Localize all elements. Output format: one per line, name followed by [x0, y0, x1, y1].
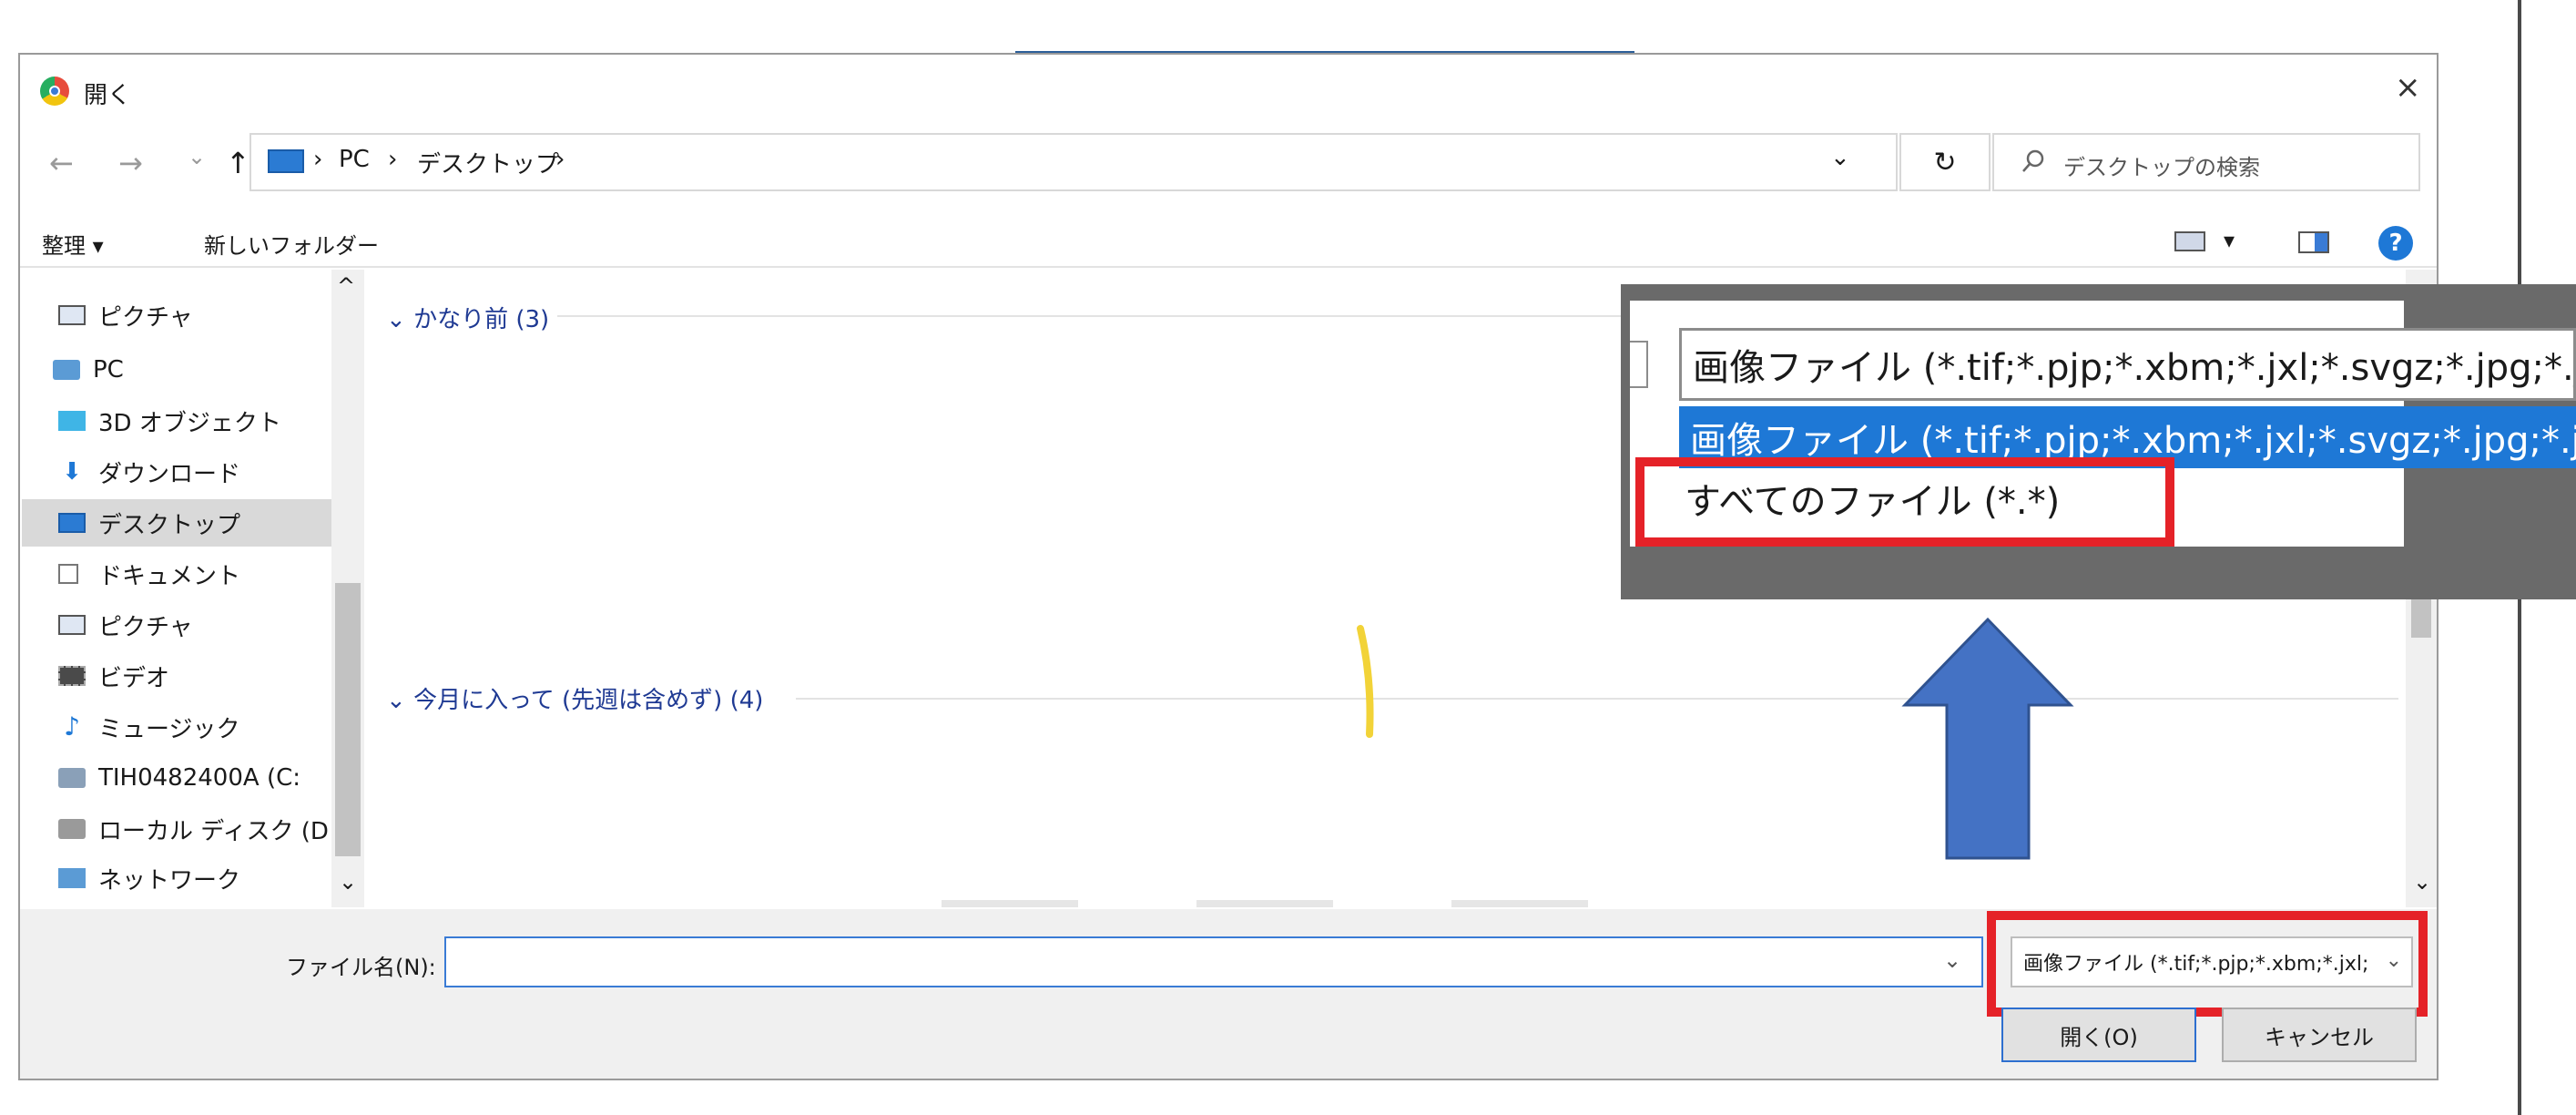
nav-item-label: ビデオ	[98, 664, 170, 692]
pictures-icon	[58, 305, 86, 325]
document-icon	[58, 564, 78, 584]
open-button[interactable]: 開く(O)	[2001, 1008, 2196, 1062]
toolbar	[20, 210, 2437, 268]
desktop-folder-icon	[268, 149, 304, 173]
filename-input[interactable]	[444, 936, 1983, 987]
3d-objects-icon	[58, 411, 86, 431]
breadcrumb-desktop[interactable]: デスクトップ	[417, 146, 559, 179]
close-button[interactable]: ×	[2395, 69, 2421, 106]
group-divider	[796, 698, 2398, 700]
network-icon	[58, 868, 86, 888]
file-thumbnail[interactable]	[942, 900, 1078, 907]
nav-scroll-down-icon[interactable]: ⌄	[339, 869, 357, 895]
nav-item-downloads[interactable]: ⬇ ダウンロード	[22, 448, 346, 496]
preview-pane-icon	[2315, 233, 2327, 251]
nav-item-label: ネットワーク	[98, 866, 241, 895]
chevron-down-icon: ⌄	[386, 687, 414, 714]
file-thumbnail[interactable]	[1451, 900, 1588, 907]
nav-item-label: ダウンロード	[98, 460, 241, 488]
up-button[interactable]: ↑	[226, 146, 250, 180]
music-icon: ♪	[64, 711, 80, 742]
preview-pane-button[interactable]	[2298, 231, 2329, 253]
refresh-icon: ↻	[1933, 146, 1957, 179]
nav-scrollbar-thumb[interactable]	[335, 583, 361, 856]
nav-item-music[interactable]: ♪ ミュージック	[22, 703, 346, 751]
organize-button[interactable]: 整理 ▾	[42, 228, 104, 260]
nav-item-label: ドキュメント	[98, 562, 241, 590]
navigation-pane: ピクチャ PC 3D オブジェクト ⬇ ダウンロード デスクトップ ドキュメント…	[22, 270, 368, 907]
refresh-button[interactable]: ↻	[1899, 133, 1991, 191]
desktop-icon	[58, 513, 86, 533]
nav-item-network[interactable]: ネットワーク	[22, 860, 346, 896]
nav-item-videos[interactable]: ビデオ	[22, 652, 346, 700]
yellow-highlight-mark	[1348, 623, 1384, 742]
filename-label: ファイル名(N):	[286, 955, 436, 980]
search-icon	[2020, 148, 2047, 175]
filename-dropdown-icon[interactable]: ⌄	[1943, 947, 1961, 973]
new-folder-button[interactable]: 新しいフォルダー	[204, 228, 379, 260]
search-placeholder: デスクトップの検索	[2063, 155, 2260, 180]
nav-item-drive-c[interactable]: TIH0482400A (C:	[22, 754, 346, 802]
view-options-button[interactable]: ▾	[2174, 228, 2256, 255]
nav-item-label: PC	[93, 356, 124, 384]
chevron-down-icon: ⌄	[386, 306, 414, 333]
nav-scroll-up-icon[interactable]: ^	[337, 273, 355, 299]
nav-item-drive-d[interactable]: ローカル ディスク (D	[22, 805, 346, 853]
app-icon	[40, 77, 69, 106]
pointer-arrow-icon	[1901, 616, 2074, 862]
nav-item-label: ミュージック	[98, 715, 240, 743]
nav-item-label: 3D オブジェクト	[98, 409, 281, 437]
nav-item-pictures[interactable]: ピクチャ	[22, 601, 346, 649]
drive-icon	[58, 819, 86, 839]
nav-item-label: ピクチャ	[98, 303, 193, 332]
download-icon: ⬇	[62, 458, 82, 486]
pictures-icon	[58, 615, 86, 635]
filetype-callout-box	[1987, 911, 2428, 1017]
nav-item-3d-objects[interactable]: 3D オブジェクト	[22, 397, 346, 445]
close-icon: ×	[2395, 69, 2421, 106]
forward-button[interactable]: →	[118, 146, 143, 180]
nav-item-label: ピクチャ	[98, 613, 193, 641]
file-scroll-down-icon[interactable]: ⌄	[2413, 869, 2431, 895]
breadcrumb-separator: ›	[313, 146, 323, 173]
nav-item-desktop[interactable]: デスクトップ	[22, 499, 346, 547]
breadcrumb-separator: ›	[388, 146, 398, 173]
window-title: 開く	[84, 82, 132, 109]
nav-item-label: デスクトップ	[98, 511, 241, 539]
all-files-callout-box	[1635, 457, 2174, 547]
group-header-this-month[interactable]: ⌄ 今月に入って (先週は含めず) (4)	[386, 681, 763, 715]
nav-item-pictures-quick[interactable]: ピクチャ	[22, 292, 346, 339]
cancel-button[interactable]: キャンセル	[2222, 1008, 2417, 1062]
inset-combo-edge	[1630, 341, 1648, 388]
group-header-label: かなり前 (3)	[413, 306, 550, 333]
recent-locations-button[interactable]: ⌄	[188, 144, 206, 169]
zoomed-file-type-combo[interactable]: 画像ファイル (*.tif;*.pjp;*.xbm;*.jxl;*.svgz;*…	[1679, 328, 2576, 401]
breadcrumb-expand[interactable]: ›	[555, 146, 565, 173]
group-header-label: 今月に入って (先週は含めず) (4)	[413, 687, 764, 714]
back-button[interactable]: ←	[49, 146, 74, 180]
view-icon	[2174, 231, 2205, 251]
pc-icon	[53, 360, 80, 380]
breadcrumb-pc[interactable]: PC	[339, 146, 370, 173]
help-icon: ?	[2388, 230, 2403, 257]
nav-item-documents[interactable]: ドキュメント	[22, 550, 346, 598]
group-header-long-ago[interactable]: ⌄ かなり前 (3)	[386, 301, 549, 334]
video-icon	[58, 666, 86, 686]
nav-item-label: ローカル ディスク (D	[98, 817, 329, 845]
drive-icon	[58, 768, 86, 788]
view-dropdown-icon: ▾	[2224, 228, 2235, 253]
file-thumbnail[interactable]	[1196, 900, 1333, 907]
nav-item-label: TIH0482400A (C:	[98, 764, 301, 792]
nav-item-pc[interactable]: PC	[22, 346, 346, 394]
address-dropdown-button[interactable]: ⌄	[1830, 144, 1850, 171]
help-button[interactable]: ?	[2378, 226, 2413, 261]
